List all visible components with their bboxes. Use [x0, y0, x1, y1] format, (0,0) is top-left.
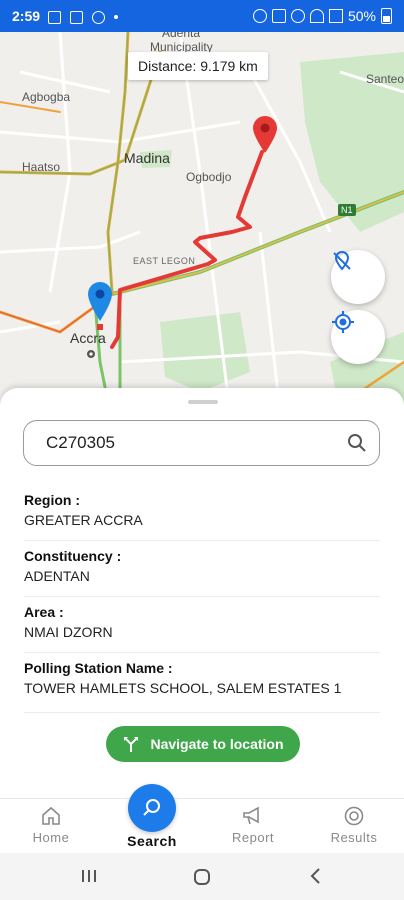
navigate-button-label: Navigate to location — [150, 736, 284, 752]
my-location-button[interactable] — [331, 310, 385, 364]
wifi-icon — [309, 9, 324, 23]
divider — [24, 596, 380, 597]
region-label: Region : — [24, 492, 80, 508]
details-sheet: Region : GREATER ACCRA Constituency : AD… — [0, 388, 404, 798]
dot-icon — [113, 15, 118, 20]
search-field[interactable] — [23, 420, 380, 466]
map-view[interactable]: Adenta Municipality Santeo Agbogba Madin… — [0, 32, 404, 412]
divider — [24, 712, 380, 713]
home-circle-icon — [194, 869, 210, 885]
image-icon — [48, 10, 62, 24]
fork-icon — [124, 737, 139, 752]
search-icon — [143, 799, 160, 816]
my-location-icon — [332, 311, 354, 333]
map-label-haatso: Haatso — [22, 160, 61, 174]
system-icons: 50% — [252, 8, 392, 24]
area-label: Area : — [24, 604, 64, 620]
battery-icon — [381, 8, 392, 24]
notification-icons — [48, 8, 123, 24]
constituency-label: Constituency : — [24, 548, 122, 564]
station-field: Polling Station Name : TOWER HAMLETS SCH… — [24, 660, 380, 696]
map-label-adenta: Adenta — [162, 32, 201, 40]
location-off-icon — [333, 250, 351, 271]
results-icon — [344, 806, 364, 826]
sheet-grab-handle[interactable] — [188, 400, 218, 404]
station-value: TOWER HAMLETS SCHOOL, SALEM ESTATES 1 — [24, 680, 342, 696]
alarm-icon — [252, 9, 267, 23]
map-label-santeo: Santeo — [366, 72, 404, 86]
search-icon[interactable] — [347, 433, 367, 453]
map-label-ogbodjo: Ogbodjo — [186, 170, 232, 184]
bottom-nav: Home Search Report Results — [0, 798, 404, 854]
recents-icon — [82, 870, 96, 882]
tab-results-label: Results — [330, 830, 378, 845]
search-input[interactable] — [44, 432, 347, 454]
tab-search-label: Search — [127, 833, 177, 849]
map-label-accra: Accra — [70, 330, 106, 346]
area-value: NMAI DZORN — [24, 624, 113, 640]
system-nav-bar — [0, 853, 404, 900]
map-label-agbogba: Agbogba — [22, 90, 71, 104]
station-label: Polling Station Name : — [24, 660, 173, 676]
map-label-east-legon: EAST LEGON — [133, 256, 196, 266]
megaphone-icon — [243, 806, 259, 825]
tab-results[interactable]: Results — [314, 799, 394, 854]
message-icon — [69, 10, 83, 24]
recents-button[interactable] — [80, 867, 98, 890]
battery-percent: 50% — [347, 8, 376, 24]
home-button[interactable] — [192, 867, 212, 892]
tab-report[interactable]: Report — [213, 799, 293, 854]
map-label-madina: Madina — [124, 150, 170, 166]
navigate-button[interactable]: Navigate to location — [106, 726, 300, 762]
tab-report-label: Report — [231, 830, 275, 845]
region-field: Region : GREATER ACCRA — [24, 492, 380, 528]
nfc-icon — [271, 9, 286, 23]
tab-home-label: Home — [32, 830, 70, 845]
region-value: GREATER ACCRA — [24, 512, 143, 528]
status-time: 2:59 — [12, 8, 41, 24]
divider — [24, 652, 380, 653]
status-bar: 2:59 50% — [0, 0, 404, 32]
constituency-field: Constituency : ADENTAN — [24, 548, 380, 584]
back-icon — [310, 868, 320, 884]
clear-marker-button[interactable] — [331, 250, 385, 304]
divider — [24, 540, 380, 541]
home-icon — [42, 806, 60, 825]
road-badge-n1: N1 — [338, 204, 356, 216]
area-field: Area : NMAI DZORN — [24, 604, 380, 640]
back-button[interactable] — [308, 867, 322, 890]
constituency-value: ADENTAN — [24, 568, 90, 584]
search-tab-button[interactable] — [128, 784, 176, 832]
location-icon — [290, 9, 305, 23]
distance-pill: Distance: 9.179 km — [128, 52, 268, 80]
app-icon — [91, 10, 105, 24]
signal-icon — [328, 9, 343, 23]
tab-home[interactable]: Home — [11, 799, 91, 854]
